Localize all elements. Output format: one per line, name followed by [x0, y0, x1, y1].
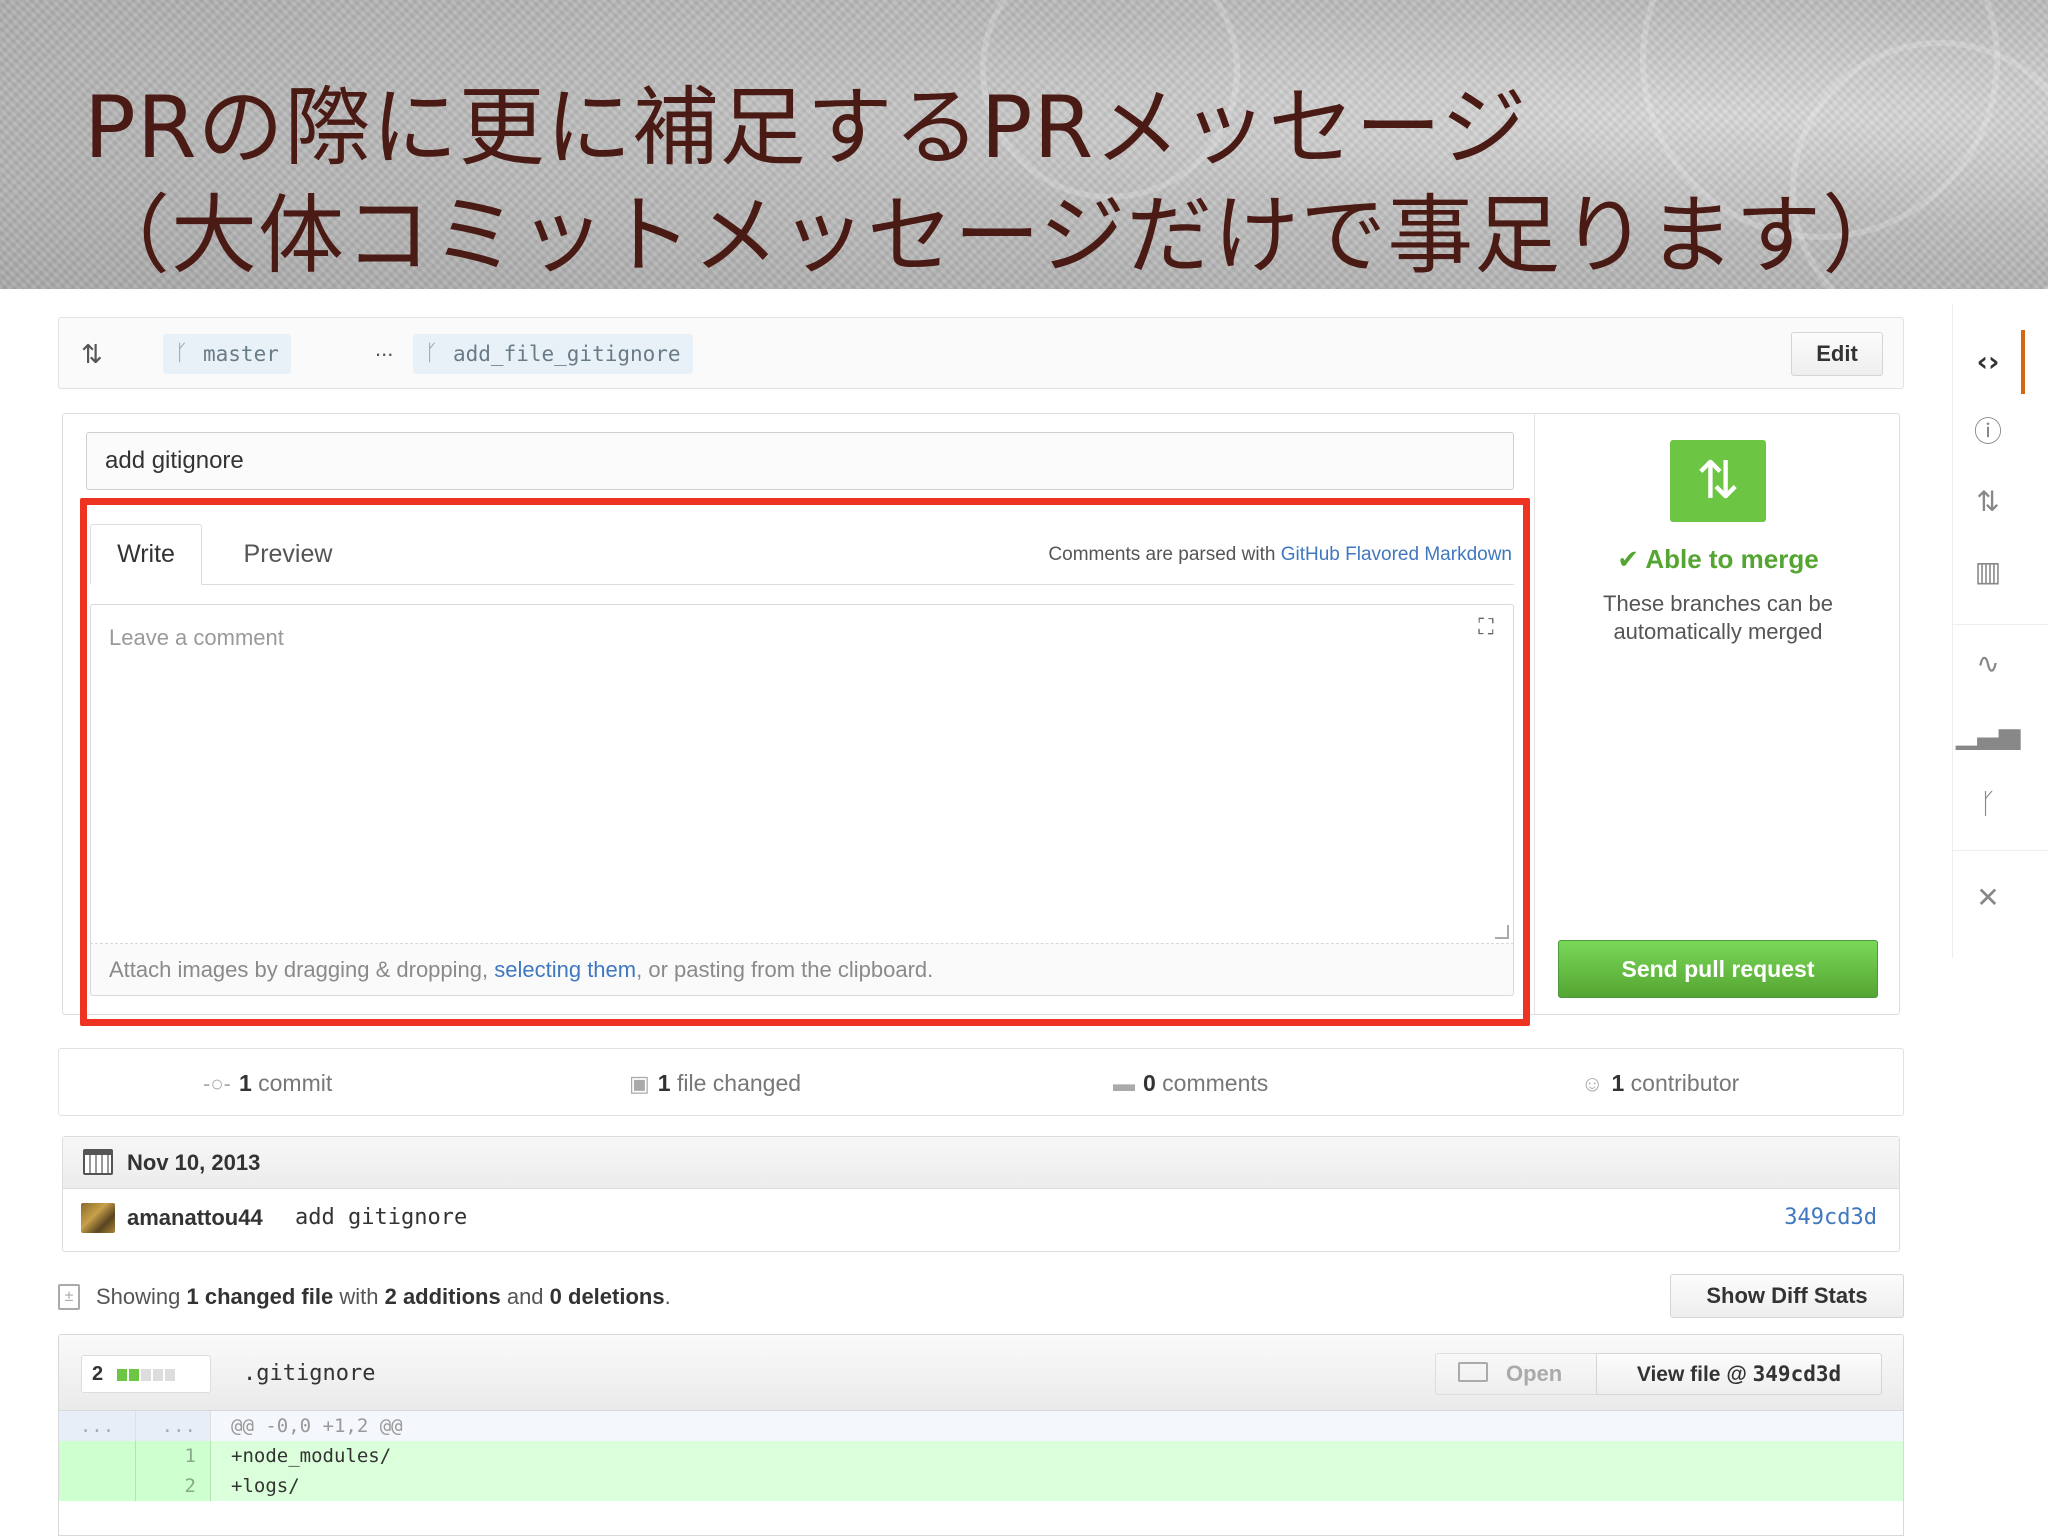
view-file-button[interactable]: View file @ 349cd3d [1596, 1353, 1882, 1395]
commit-message-link[interactable]: add gitignore [295, 1201, 467, 1235]
file-diff: 2 .gitignore Open View file @ 349cd3d ..… [58, 1334, 1904, 1536]
compare-icon[interactable]: ⇅ [81, 340, 113, 370]
diff-line: 1 +node_modules/ [59, 1441, 1903, 1471]
file-header: 2 .gitignore Open View file @ 349cd3d [59, 1335, 1903, 1411]
settings-icon[interactable]: ✕ [1953, 868, 2023, 928]
file-diff-icon: ▣ [629, 1071, 650, 1096]
diff-line: 2 +logs/ [59, 1471, 1903, 1501]
slide-banner: PRの際に更に補足するPRメッセージ （大体コミットメッセージだけで事足ります） [0, 0, 2048, 340]
open-in-desktop-button[interactable]: Open [1435, 1353, 1597, 1395]
commit-list: Nov 10, 2013 amanattou44 add gitignore 3… [62, 1136, 1900, 1252]
commit-date-header: Nov 10, 2013 [63, 1137, 1899, 1189]
annotation-highlight-box [80, 498, 1530, 1026]
calendar-icon [83, 1149, 113, 1175]
send-pull-request-button[interactable]: Send pull request [1558, 940, 1878, 998]
branch-icon: ᚴ [175, 341, 189, 366]
avatar[interactable] [81, 1203, 115, 1233]
diff-summary: Showing 1 changed file with 2 additions … [96, 1284, 671, 1309]
slide-title: PRの際に更に補足するPRメッセージ （大体コミットメッセージだけで事足ります） [84, 74, 1909, 290]
commit-author-link[interactable]: amanattou44 [127, 1201, 263, 1235]
edit-button[interactable]: Edit [1791, 332, 1883, 376]
merge-status-title: ✔ Able to merge [1617, 544, 1819, 574]
files-changed-stat[interactable]: ▣ 1 file changed [629, 1049, 801, 1117]
base-branch-label: master [203, 342, 279, 366]
file-name[interactable]: .gitignore [243, 1357, 375, 1391]
contributors-icon: ☺ [1581, 1071, 1604, 1096]
head-branch-selector[interactable]: ᚴ add_file_gitignore [413, 334, 693, 374]
diff-count: 2 [81, 1355, 211, 1393]
pull-requests-icon[interactable]: ⇅ [1953, 472, 2023, 532]
base-branch-selector[interactable]: ᚴ master [163, 334, 291, 374]
slide-title-line-1: PRの際に更に補足するPRメッセージ [84, 78, 1528, 178]
screenshot-page: PRの際に更に補足するPRメッセージ （大体コミットメッセージだけで事足ります）… [0, 0, 2048, 1536]
code-icon[interactable]: ‹› [1953, 332, 2023, 392]
show-diff-stats-button[interactable]: Show Diff Stats [1670, 1274, 1904, 1318]
pr-title-input[interactable]: add gitignore [86, 432, 1514, 490]
repo-side-nav: ‹› ⓘ ⇅ ▥ ∿ ▁▃▅ ᚴ ✕ [1952, 304, 2048, 958]
comments-stat[interactable]: ▬ 0 comments [1113, 1049, 1268, 1117]
pulse-icon[interactable]: ∿ [1953, 634, 2023, 694]
graphs-icon[interactable]: ▁▃▅ [1953, 704, 2023, 764]
branch-separator: ... [375, 336, 394, 361]
merge-status-description: These branches can be automatically merg… [1603, 591, 1833, 644]
merge-status-icon: ⇅ [1670, 440, 1766, 522]
head-branch-label: add_file_gitignore [453, 342, 681, 366]
slide-title-line-2: （大体コミットメッセージだけで事足ります） [84, 186, 1910, 286]
network-icon[interactable]: ᚴ [1953, 774, 2023, 834]
compare-bar: ⇅ ᚴ master ... ᚴ add_file_gitignore Edit [58, 317, 1904, 389]
commits-stat[interactable]: -○- 1 commit [203, 1049, 332, 1117]
file-diff-icon: ± [58, 1284, 80, 1310]
commit-date: Nov 10, 2013 [127, 1150, 261, 1175]
commit-sha-link[interactable]: 349cd3d [1784, 1201, 1877, 1235]
form-divider [1534, 413, 1535, 1015]
monitor-icon [1458, 1362, 1488, 1382]
wiki-icon[interactable]: ▥ [1953, 542, 2023, 602]
branch-icon: ᚴ [425, 341, 439, 366]
changed-files-count[interactable]: 1 changed file [187, 1284, 334, 1309]
comment-icon: ▬ [1113, 1071, 1135, 1096]
diff-hunk-header: ... ... @@ -0,0 +1,2 @@ [59, 1411, 1903, 1441]
pr-stats-bar: -○- 1 commit ▣ 1 file changed ▬ 0 comments … [58, 1048, 1904, 1116]
commit-icon: -○- [203, 1071, 231, 1096]
issues-icon[interactable]: ⓘ [1953, 402, 2023, 462]
contributors-stat[interactable]: ☺ 1 contributor [1581, 1049, 1739, 1117]
